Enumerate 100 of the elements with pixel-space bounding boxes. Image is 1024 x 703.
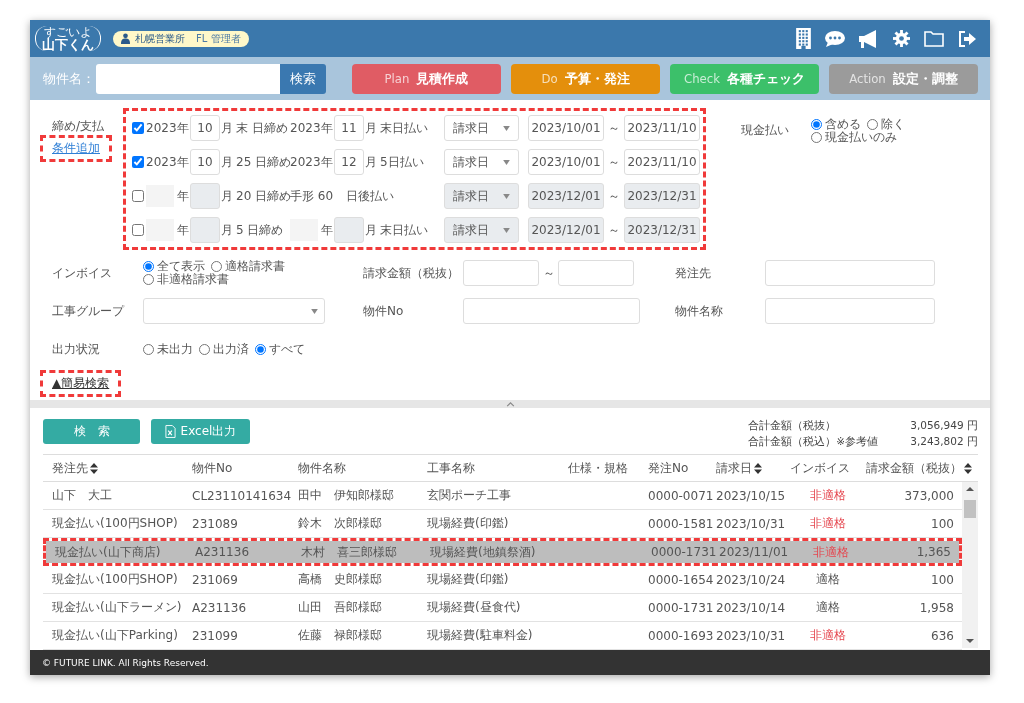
input-field[interactable] <box>463 298 640 324</box>
table-cell-text: 0000-1731 <box>648 600 715 615</box>
unit-text: 年 <box>176 221 190 239</box>
scrollbar[interactable] <box>962 482 978 648</box>
range-separator: ～ <box>607 187 621 205</box>
phase-button[interactable]: Plan 見積作成 <box>352 63 501 94</box>
table-cell-text: 現金払い(山下ラーメン) <box>52 599 183 616</box>
unit-text: 年 <box>177 153 190 171</box>
radio-button[interactable] <box>867 119 878 130</box>
month-field[interactable]: 10 <box>190 115 220 141</box>
radio-label: すべて <box>269 342 305 356</box>
month-field[interactable]: 10 <box>190 149 220 175</box>
radio-button[interactable] <box>199 343 210 355</box>
total-label: 合計金額（税抜） <box>748 418 838 433</box>
search-button[interactable]: 検索 <box>280 63 326 94</box>
year-text: 2023 <box>146 155 176 169</box>
copyright-text: © FUTURE LINK. All Rights Reserved. <box>42 657 209 668</box>
table-cell-text: 0000-1693 <box>648 628 715 643</box>
date-field[interactable]: 2023/10/01 <box>528 115 604 141</box>
table-row[interactable]: 現金払い(山下ラーメン) A231136 山田 吾郎様邸 現場経費(昼食代) 0000-1731 2023/10/14 適格 1,958 <box>43 594 962 622</box>
table-cell-text: 木村 喜三郎様邸 <box>301 543 398 561</box>
field-label: 物件名： <box>43 69 96 88</box>
year-text: 2023 <box>290 121 320 135</box>
dropdown[interactable]: 請求日 <box>444 115 519 141</box>
month-field[interactable]: 11 <box>334 115 364 141</box>
add-condition-link[interactable]: 条件追加 <box>52 141 100 155</box>
radio-button[interactable] <box>143 261 154 272</box>
payment-text: 末日払い <box>379 221 429 239</box>
megaphone-icon[interactable] <box>859 29 879 48</box>
radio-button[interactable] <box>811 119 822 130</box>
column-header[interactable]: 発注先 <box>52 459 192 477</box>
table-cell-text: 鈴木 次郎様邸 <box>298 515 383 532</box>
checkbox[interactable] <box>132 156 144 168</box>
caret-icon <box>503 227 510 233</box>
chat-icon[interactable] <box>825 30 845 47</box>
date-field[interactable]: 2023/11/10 <box>624 149 700 175</box>
table-cell-text: 現金払い(100円SHOP) <box>52 515 179 532</box>
unit-text: 年 <box>176 187 190 205</box>
input-field[interactable] <box>765 298 935 324</box>
chevron-up-icon <box>505 401 515 407</box>
radio-button[interactable] <box>811 132 822 143</box>
table-row[interactable]: 山下 大工 CL23110141634 田中 伊知郎様邸 玄関ポーチ工事 0000-0071 2023/10/15 非適格 373,000 <box>43 482 962 510</box>
table-cell-text: 231099 <box>192 628 239 643</box>
checkbox[interactable] <box>132 122 144 134</box>
table-cell-text: 0000-1731 <box>651 545 718 559</box>
table-row[interactable]: 現金払い(100円SHOP) 231089 鈴木 次郎様邸 現場経費(印鑑) 0000-1581 2023/10/31 非適格 100 <box>43 510 962 538</box>
month-field[interactable]: 12 <box>334 149 364 175</box>
folder-icon[interactable] <box>924 30 944 47</box>
input-field[interactable] <box>765 260 935 286</box>
radio-button[interactable] <box>143 274 154 285</box>
input-field[interactable] <box>463 260 539 286</box>
radio-label: 非適格請求書 <box>157 273 229 286</box>
radio-label: 適格請求書 <box>225 260 285 273</box>
unit-text: 年 <box>321 119 334 137</box>
table-cell-text: 2023/10/15 <box>716 488 787 503</box>
table-cell-text: 2023/10/14 <box>716 600 787 615</box>
radio-label: 含める <box>825 118 861 131</box>
office-name: 札幌営業所 <box>135 31 185 46</box>
table-cell-text: 山下 大工 <box>52 487 113 504</box>
building-icon[interactable] <box>796 28 811 49</box>
column-header[interactable]: 請求金額（税抜） <box>866 459 978 477</box>
search-field[interactable] <box>96 63 280 94</box>
table-cell-text: 231089 <box>192 516 239 531</box>
sort-icon <box>90 462 98 474</box>
dropdown[interactable]: 請求日 <box>444 149 519 175</box>
table-cell-text: 現金払い(山下Parking) <box>52 627 179 644</box>
unit-text: 月 <box>364 153 378 171</box>
table-row[interactable]: 現金払い(山下商店) A231136 木村 喜三郎様邸 現場経費(地鎮祭酒) 0000-1731 2023/11/01 非適格 1,365 <box>46 541 959 563</box>
settings-icon[interactable] <box>893 30 910 47</box>
total-value: 3,056,949 円 <box>909 418 978 433</box>
column-header: 工事名称 <box>427 459 476 477</box>
payment-text: 5日払い <box>379 153 425 171</box>
table-row[interactable]: 現金払い(100円SHOP) 231069 高橋 史郎様邸 現場経費(印鑑) 0000-1654 2023/10/24 適格 100 <box>43 566 962 594</box>
table-cell-text: 636 <box>930 628 955 643</box>
radio-button[interactable] <box>255 343 266 355</box>
table-cell-text: 231069 <box>192 572 239 587</box>
radio-label: 除く <box>881 118 905 131</box>
closing-text: 25 日締め <box>235 153 290 171</box>
field-label: 締め/支払 <box>52 118 105 135</box>
table-cell-text: 非適格 <box>809 515 847 532</box>
table-cell-text: 100 <box>930 516 955 531</box>
caret-icon <box>503 159 510 165</box>
date-field[interactable]: 2023/11/10 <box>624 115 700 141</box>
table-cell-text: 高橋 史郎様邸 <box>298 571 383 588</box>
spreadsheet-icon <box>164 425 176 438</box>
column-header[interactable]: 請求日 <box>716 459 790 477</box>
radio-button[interactable] <box>211 261 222 272</box>
year-text: 2023 <box>290 155 320 169</box>
column-header: 物件No <box>192 459 234 477</box>
closing-text: 20 日締め <box>235 187 290 205</box>
table-cell-text: 適格 <box>815 599 841 616</box>
radio-button[interactable] <box>143 343 154 355</box>
date-field[interactable]: 2023/10/01 <box>528 149 604 175</box>
simple-search-link[interactable]: ▲簡易検索 <box>52 375 110 392</box>
table-cell-text: 非適格 <box>809 487 847 504</box>
range-separator: ～ <box>607 119 621 137</box>
table-cell-text: 現場経費(印鑑) <box>427 515 510 532</box>
radio-label: 未出力 <box>157 342 193 356</box>
logout-icon[interactable] <box>958 30 976 47</box>
input-field[interactable] <box>558 260 634 286</box>
